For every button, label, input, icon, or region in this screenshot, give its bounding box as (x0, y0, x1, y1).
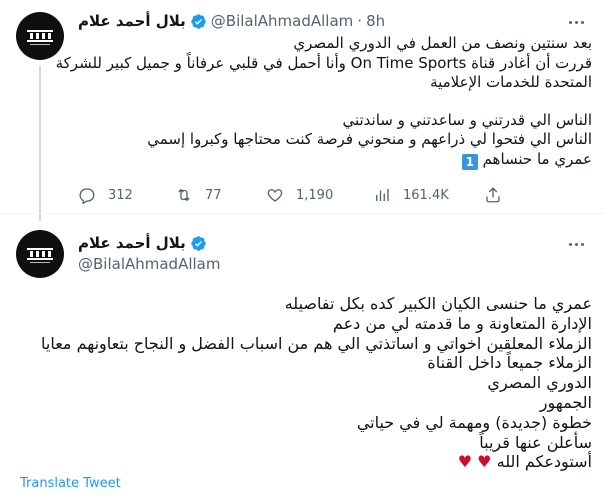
text-line: الزملاء المعلقين اخواتي و اساتذتي الي هم… (40, 333, 592, 353)
author-name[interactable]: بلال أحمد علام (78, 234, 186, 252)
retweet-count: 77 (205, 187, 222, 203)
thread-connector (39, 66, 41, 221)
tweet-1[interactable]: بلال أحمد علام @BilalAhmadAllam · 8h بعد… (0, 0, 604, 221)
text-line: الإدارة المتعاونة و ما قدمته لي من دعم (332, 313, 592, 333)
text-line: عمري ما حنساهم (482, 149, 592, 168)
tweet-header: بلال أحمد علام @BilalAhmadAllam · 8h (78, 10, 385, 32)
timestamp[interactable]: 8h (366, 12, 385, 30)
reply-button[interactable]: 312 (78, 186, 133, 204)
text-line: سأعلن عنها قريباً (479, 432, 592, 452)
like-button[interactable]: 1,190 (266, 186, 333, 204)
retweet-icon (178, 188, 190, 202)
closing-line: أستودعكم الله ♥ ♥ (20, 452, 592, 472)
retweet-button[interactable]: 77 (175, 186, 222, 204)
text-line-with-badge: عمري ما حنساهم 1 (74, 150, 592, 170)
separator-dot: · (357, 12, 363, 30)
like-icon (267, 189, 283, 202)
translate-tweet-link[interactable]: Translate Tweet (20, 476, 121, 491)
author-handle[interactable]: @BilalAhmadAllam (211, 12, 353, 30)
more-icon[interactable] (564, 12, 588, 32)
like-count: 1,190 (296, 187, 334, 203)
text-line: المتحدة للخدمات الإعلامية (430, 73, 592, 91)
channel-logo (27, 30, 53, 42)
text-line: الجمهور (539, 392, 592, 412)
channel-logo (27, 248, 53, 260)
closing-text: أستودعكم الله (496, 452, 592, 472)
verified-badge-icon (191, 13, 206, 29)
views-icon (376, 189, 389, 201)
tweet-2[interactable]: بلال أحمد علام @BilalAhmadAllam عمري ما … (0, 214, 604, 497)
text-line: الناس الي قدرتني و ساعدتني و ساندتني (342, 110, 592, 129)
views-count: 161.4K (403, 187, 449, 203)
tweet-header: بلال أحمد علام (78, 234, 211, 252)
heart-emoji-icon: ♥ ♥ (457, 452, 492, 472)
avatar[interactable] (16, 230, 64, 278)
tweet-text: عمري ما حنسى الكيان الكبير كده بكل تفاصي… (20, 294, 592, 472)
text-line: عمري ما حنسى الكيان الكبير كده بكل تفاصي… (284, 294, 592, 313)
text-line: الدوري المصري (487, 373, 592, 393)
text-line: قررت أن أغادر قناة On Time Sports وأنا أ… (55, 53, 592, 72)
text-line: الزملاء جميعاً داخل القناة (427, 353, 592, 373)
share-button[interactable] (484, 186, 514, 204)
share-icon (486, 187, 500, 203)
more-icon[interactable] (564, 234, 588, 254)
views-button[interactable]: 161.4K (373, 186, 449, 204)
author-name[interactable]: بلال أحمد علام (78, 12, 186, 30)
action-bar: 312 77 1,190 161.4K (78, 186, 518, 206)
avatar[interactable] (16, 12, 64, 60)
tweet-text: بعد سنتين ونصف من العمل في الدوري المصري… (55, 34, 592, 170)
text-line: الناس الي فتحوا لي ذراعهم و منحوني فرصة … (147, 130, 592, 148)
verified-badge-icon (191, 235, 206, 251)
text-line: بعد سنتين ونصف من العمل في الدوري المصري (293, 34, 592, 52)
text-line: خطوة (جديدة) ومهمة لي في حياتي (356, 412, 592, 432)
keycap-one-badge: 1 (461, 153, 478, 170)
reply-count: 312 (108, 187, 133, 203)
reply-icon (79, 188, 95, 204)
author-handle[interactable]: @BilalAhmadAllam (78, 255, 220, 273)
